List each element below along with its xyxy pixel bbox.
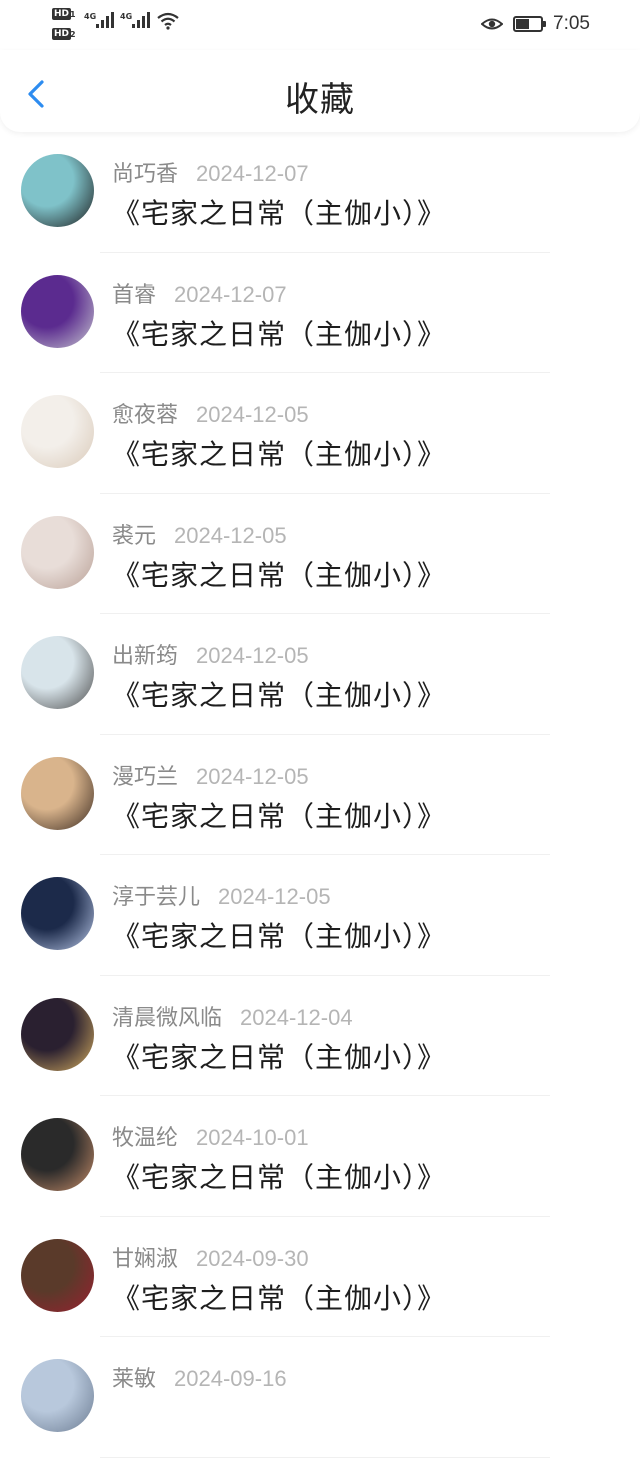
user-name: 出新筠: [112, 644, 179, 669]
item-meta: 漫巧兰 2024-12-05: [112, 759, 309, 791]
list-item[interactable]: 莱敏 2024-09-16: [0, 1337, 640, 1458]
book-title[interactable]: 《宅家之日常（主伽小）》: [112, 1277, 446, 1317]
item-meta: 清晨微风临 2024-12-04: [112, 1000, 353, 1032]
eye-icon: [481, 18, 504, 30]
network-label-2: 4G: [120, 12, 133, 21]
item-meta: 甘娴淑 2024-09-30: [112, 1241, 309, 1273]
favorite-date: 2024-12-05: [196, 763, 309, 789]
hd-sub-1: 1: [70, 10, 76, 19]
user-name: 清晨微风临: [112, 1005, 223, 1031]
item-meta: 尚巧香 2024-12-07: [112, 156, 309, 188]
user-name: 漫巧兰: [112, 764, 179, 790]
favorite-date: 2024-09-30: [196, 1245, 309, 1271]
hd-badge-2: HD: [52, 28, 72, 40]
avatar[interactable]: [21, 1359, 94, 1432]
divider: [100, 1456, 550, 1458]
book-title[interactable]: 《宅家之日常（主伽小）》: [112, 795, 446, 835]
signal-icon: [132, 12, 150, 28]
status-bar: HD 1 HD 2 4G 4G 7:05: [0, 0, 640, 50]
favorite-date: 2024-12-05: [218, 884, 331, 909]
item-meta: 牧温纶 2024-10-01: [112, 1120, 309, 1152]
list-item[interactable]: 甘娴淑 2024-09-30 《宅家之日常（主伽小）》: [0, 1217, 640, 1337]
avatar[interactable]: [21, 395, 94, 468]
user-name: 尚巧香: [112, 162, 179, 187]
item-meta: 淳于芸儿 2024-12-05: [112, 879, 331, 911]
item-meta: 出新筠 2024-12-05: [112, 638, 309, 670]
user-name: 甘娴淑: [112, 1246, 179, 1272]
header-bar: 收藏: [0, 50, 640, 132]
avatar[interactable]: [21, 1118, 94, 1191]
list-item[interactable]: 裘元 2024-12-05 《宅家之日常（主伽小）》: [0, 494, 640, 614]
list-item[interactable]: 首睿 2024-12-07 《宅家之日常（主伽小）》: [0, 253, 640, 373]
item-meta: 首睿 2024-12-07: [112, 277, 287, 309]
user-name: 莱敏: [112, 1367, 157, 1392]
avatar[interactable]: [21, 756, 94, 830]
avatar[interactable]: [21, 636, 94, 709]
network-label-1: 4G: [84, 12, 97, 21]
page-title: 收藏: [285, 80, 355, 120]
user-name: 首睿: [112, 282, 157, 308]
user-name: 裘元: [112, 523, 157, 549]
list-item[interactable]: 清晨微风临 2024-12-04 《宅家之日常（主伽小）》: [0, 976, 640, 1096]
favorite-date: 2024-12-07: [174, 281, 287, 307]
book-title[interactable]: 《宅家之日常（主伽小）》: [112, 674, 446, 714]
favorite-date: 2024-12-05: [196, 402, 309, 427]
list-item[interactable]: 尚巧香 2024-12-07 《宅家之日常（主伽小）》: [0, 132, 640, 253]
status-right: 7:05: [481, 12, 590, 36]
favorite-date: 2024-12-05: [174, 522, 287, 548]
list-item[interactable]: 漫巧兰 2024-12-05 《宅家之日常（主伽小）》: [0, 735, 640, 855]
wifi-icon: [157, 12, 179, 30]
list-item[interactable]: 淳于芸儿 2024-12-05 《宅家之日常（主伽小）》: [0, 855, 640, 976]
favorite-date: 2024-12-05: [196, 643, 309, 668]
book-title[interactable]: 《宅家之日常（主伽小）》: [112, 1156, 446, 1196]
avatar[interactable]: [21, 154, 94, 227]
hd-sub-2: 2: [70, 30, 76, 39]
list-item[interactable]: 出新筠 2024-12-05 《宅家之日常（主伽小）》: [0, 614, 640, 735]
user-name: 愈夜蓉: [112, 403, 179, 428]
item-meta: 莱敏 2024-09-16: [112, 1361, 287, 1393]
favorite-date: 2024-10-01: [196, 1125, 309, 1150]
item-meta: 愈夜蓉 2024-12-05: [112, 397, 309, 429]
book-title[interactable]: 《宅家之日常（主伽小）》: [112, 192, 446, 232]
signal-icon: [96, 12, 114, 28]
user-name: 淳于芸儿: [112, 885, 201, 910]
book-title[interactable]: 《宅家之日常（主伽小）》: [112, 554, 446, 594]
hd-badge-1: HD: [52, 8, 72, 20]
book-title[interactable]: 《宅家之日常（主伽小）》: [112, 433, 446, 473]
avatar[interactable]: [21, 997, 94, 1071]
list-item[interactable]: 愈夜蓉 2024-12-05 《宅家之日常（主伽小）》: [0, 373, 640, 494]
avatar[interactable]: [21, 515, 94, 589]
status-left: HD 1 HD 2 4G 4G: [50, 6, 190, 46]
user-name: 牧温纶: [112, 1126, 179, 1151]
battery-icon: [513, 16, 547, 32]
avatar[interactable]: [21, 1238, 94, 1312]
favorite-date: 2024-12-07: [196, 161, 309, 186]
avatar[interactable]: [21, 274, 94, 348]
clock: 7:05: [553, 13, 590, 34]
favorite-date: 2024-09-16: [174, 1366, 287, 1391]
book-title[interactable]: 《宅家之日常（主伽小）》: [112, 1036, 446, 1076]
book-title[interactable]: 《宅家之日常（主伽小）》: [112, 915, 446, 955]
favorite-date: 2024-12-04: [240, 1004, 353, 1030]
book-title[interactable]: 《宅家之日常（主伽小）》: [112, 313, 446, 353]
list-item[interactable]: 牧温纶 2024-10-01 《宅家之日常（主伽小）》: [0, 1096, 640, 1217]
item-meta: 裘元 2024-12-05: [112, 518, 287, 550]
avatar[interactable]: [21, 877, 94, 950]
favorites-list: 尚巧香 2024-12-07 《宅家之日常（主伽小）》 首睿 2024-12-07 《宅家…: [0, 132, 640, 1458]
